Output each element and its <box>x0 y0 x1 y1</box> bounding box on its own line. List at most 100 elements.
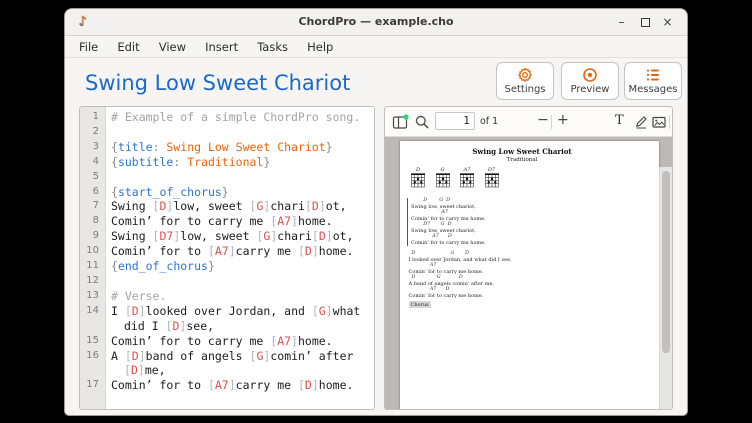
app-window: ♪ ChordPro — example.cho – × File Edit V… <box>64 8 688 416</box>
toolbar-divider-2 <box>669 115 670 129</box>
minimize-button[interactable]: – <box>612 13 631 32</box>
line-number: 6 <box>80 185 105 200</box>
chorus-recall-tag: Chorus <box>409 301 431 308</box>
preview-label: Preview <box>562 84 618 95</box>
pdf-viewer-area: Swing Low Sweet Chariot Traditional DG A7… <box>385 137 672 410</box>
pencil-tool-icon[interactable] <box>633 114 649 130</box>
close-button[interactable]: × <box>658 13 677 32</box>
preview-scrollbar[interactable] <box>659 167 672 410</box>
text-tool-button[interactable]: T <box>615 113 624 128</box>
line-number: 15 <box>80 334 105 349</box>
editor-line: 17Comin’ for to [A7]carry me [D]home. <box>80 378 374 393</box>
editor-line: 1# Example of a simple ChordPro song. <box>80 110 374 125</box>
pdf-song-title: Swing Low Sweet Chariot <box>400 147 644 156</box>
search-icon[interactable] <box>414 114 430 130</box>
code-text: A [D]band of angels [G]comin’ after [D]m… <box>105 349 374 379</box>
eye-icon <box>582 67 598 83</box>
song-line: A7Comin’ for to carry me home. <box>411 210 486 222</box>
code-text <box>105 274 374 289</box>
code-text: {end_of_chorus} <box>105 259 374 274</box>
code-text: Swing [D7]low, sweet [G]chari[D]ot, <box>105 229 374 244</box>
code-text: Swing [D]low, sweet [G]chari[D]ot, <box>105 199 374 214</box>
code-text <box>105 170 374 185</box>
code-text: Comin’ for to [A7]carry me [D]home. <box>105 378 374 393</box>
line-number: 3 <box>80 140 105 155</box>
menubar: File Edit View Insert Tasks Help <box>65 36 687 58</box>
code-text: Comin’ for to [A7]carry me [D]home. <box>105 244 374 259</box>
line-number: 11 <box>80 259 105 274</box>
editor-lines: 1# Example of a simple ChordPro song.2 3… <box>80 110 374 393</box>
song-line: D G DSwing low, sweet chariot, <box>411 198 486 210</box>
song-line: A7 DComin’ for to carry me home. <box>409 287 512 299</box>
line-number: 14 <box>80 304 105 319</box>
code-text: Comin’ for to carry me [A7]home. <box>105 214 374 229</box>
maximize-button[interactable] <box>636 13 655 32</box>
page-count-label: of 1 <box>480 116 498 127</box>
song-line: D7 G DSwing low, sweet chariot, <box>411 222 486 234</box>
chord-diagram-D: D <box>410 167 426 188</box>
line-number: 7 <box>80 199 105 214</box>
page-number-input[interactable] <box>435 112 475 130</box>
window-title: ChordPro — example.cho <box>65 15 687 28</box>
menu-insert[interactable]: Insert <box>198 36 245 54</box>
chord-diagram-G: G <box>435 167 451 188</box>
sidebar-toggle-icon[interactable] <box>392 114 408 130</box>
editor-line: 10Comin’ for to [A7]carry me [D]home. <box>80 244 374 259</box>
menu-view[interactable]: View <box>152 36 193 54</box>
chordpro-editor[interactable]: 1# Example of a simple ChordPro song.2 3… <box>79 106 375 410</box>
toolbar-divider <box>551 115 552 129</box>
editor-line: 9Swing [D7]low, sweet [G]chari[D]ot, <box>80 229 374 244</box>
editor-line: 7Swing [D]low, sweet [G]chari[D]ot, <box>80 199 374 214</box>
song-line: A7 DComin’ for to carry me home. <box>411 234 486 246</box>
pdf-toolbar: of 1 − + T » <box>385 107 672 137</box>
line-number: 5 <box>80 170 105 185</box>
gear-icon <box>517 67 533 83</box>
line-number: 12 <box>80 274 105 289</box>
preview-scrollbar-thumb[interactable] <box>662 171 670 353</box>
messages-button[interactable]: Messages <box>624 62 682 100</box>
zoom-in-button[interactable]: + <box>557 112 569 128</box>
code-text: Comin’ for to carry me [A7]home. <box>105 334 374 349</box>
screenshot-stage: ♪ ChordPro — example.cho – × File Edit V… <box>0 0 752 423</box>
code-text: I [D]looked over Jordan, and [G]what did… <box>105 304 374 334</box>
code-text: {subtitle: Traditional} <box>105 155 374 170</box>
settings-button[interactable]: Settings <box>496 62 554 100</box>
chord-diagram-D7: D7 <box>484 167 500 188</box>
chord-diagrams: DG A7 D7 <box>410 167 500 188</box>
code-text: {title: Swing Low Sweet Chariot} <box>105 140 374 155</box>
titlebar: ♪ ChordPro — example.cho – × <box>65 9 687 36</box>
preview-button[interactable]: Preview <box>561 62 619 100</box>
image-tool-icon[interactable] <box>651 114 667 130</box>
code-text <box>105 125 374 140</box>
line-number: 16 <box>80 349 105 364</box>
editor-line: 3{title: Swing Low Sweet Chariot} <box>80 140 374 155</box>
line-number: 4 <box>80 155 105 170</box>
pdf-song-subtitle: Traditional <box>400 157 644 163</box>
line-number: 2 <box>80 125 105 140</box>
chord-diagram-A7: A7 <box>459 167 475 188</box>
menu-edit[interactable]: Edit <box>110 36 146 54</box>
song-line: D G DA band of angels comin’ after me, <box>409 275 512 287</box>
editor-line: 8Comin’ for to carry me [A7]home. <box>80 214 374 229</box>
editor-line: 13# Verse. <box>80 289 374 304</box>
settings-label: Settings <box>497 84 553 95</box>
pdf-page: Swing Low Sweet Chariot Traditional DG A7… <box>400 141 659 410</box>
zoom-out-button[interactable]: − <box>537 112 549 128</box>
song-line: A7Comin’ for to carry me home. <box>409 263 512 275</box>
line-number: 17 <box>80 378 105 393</box>
menu-tasks[interactable]: Tasks <box>250 36 295 54</box>
code-text: {start_of_chorus} <box>105 185 374 200</box>
line-number: 9 <box>80 229 105 244</box>
code-text: # Verse. <box>105 289 374 304</box>
list-icon <box>645 67 661 83</box>
menu-help[interactable]: Help <box>300 36 340 54</box>
editor-line: 15Comin’ for to carry me [A7]home. <box>80 334 374 349</box>
line-number: 10 <box>80 244 105 259</box>
song-title: Swing Low Sweet Chariot <box>85 71 350 95</box>
editor-line: 11{end_of_chorus} <box>80 259 374 274</box>
editor-line: 2 <box>80 125 374 140</box>
menu-file[interactable]: File <box>72 36 105 54</box>
code-text: # Example of a simple ChordPro song. <box>105 110 374 125</box>
pdf-verse-section: D G DI looked over Jordan, and what did … <box>409 251 512 299</box>
line-number: 8 <box>80 214 105 229</box>
